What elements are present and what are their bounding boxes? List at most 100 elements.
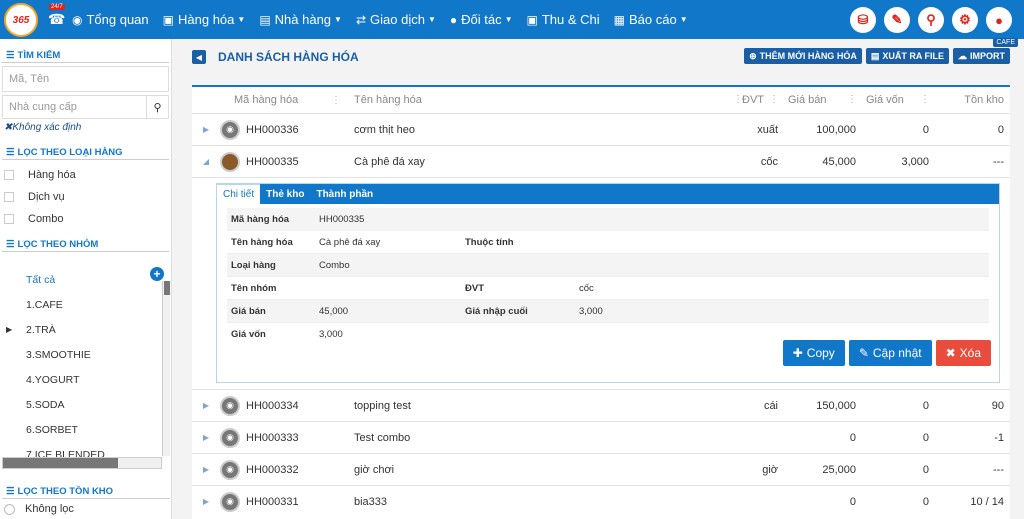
phone-icon[interactable]: ☎ 24/7: [48, 4, 65, 28]
expand-row-icon[interactable]: ▶: [192, 497, 220, 506]
type-checkbox-dich-vu[interactable]: Dịch vụ: [0, 186, 171, 208]
building-icon: ▤: [259, 12, 271, 27]
column-menu-icon[interactable]: ⋮: [847, 94, 857, 106]
product-cost: 3,000: [901, 155, 929, 168]
expand-row-icon[interactable]: ▶: [192, 401, 220, 410]
tab-the-kho[interactable]: Thẻ kho: [260, 184, 310, 204]
user-icon[interactable]: ●: [986, 7, 1012, 33]
column-menu-icon[interactable]: ⋮: [769, 94, 779, 106]
checkbox[interactable]: [4, 170, 14, 180]
col-header-code[interactable]: Mã hàng hóa ⋮: [220, 94, 341, 106]
col-header-name[interactable]: Tên hàng hóa ⋮: [340, 94, 743, 106]
col-header-cost[interactable]: Giá vốn ⋮: [866, 94, 939, 106]
add-product-button[interactable]: ⊕ THÊM MỚI HÀNG HÓA: [744, 48, 862, 64]
product-stock: 90: [991, 399, 1004, 412]
main-content: ◀ DANH SÁCH HÀNG HÓA ⊕ THÊM MỚI HÀNG HÓA …: [180, 39, 1024, 519]
edit-icon[interactable]: ✎: [884, 7, 910, 33]
table-row-expanded[interactable]: ◢ HH000335 Cà phê đá xay cốc 45,000 3,00…: [192, 145, 1010, 177]
nav-bao-cao[interactable]: ▦ Báo cáo ▼: [614, 12, 688, 27]
detail-type: Combo: [319, 259, 350, 271]
product-cost: 0: [922, 123, 929, 136]
group-item[interactable]: 4.YOGURT: [2, 367, 170, 392]
group-item[interactable]: 5.SODA: [2, 392, 170, 417]
expand-row-icon[interactable]: ▶: [192, 465, 220, 474]
table-row[interactable]: ▶ ◉ HH000331 bia333 0 0 10 / 14: [192, 485, 1010, 517]
supplier-input[interactable]: Nhà cung cấp: [2, 95, 147, 119]
col-header-stock[interactable]: Tồn kho: [939, 94, 1010, 106]
search-icon[interactable]: ⚲: [147, 95, 169, 119]
collapse-sidebar-icon[interactable]: ◀: [192, 50, 206, 64]
stock-radio-no-filter[interactable]: Không lọc: [0, 499, 171, 519]
nav-giao-dich[interactable]: ⇄ Giao dịch ▼: [356, 12, 436, 27]
table-row[interactable]: ▶ ◉ HH000336 cơm thịt heo xuất 100,000 0 …: [192, 113, 1010, 145]
detail-label: Giá nhập cuối: [465, 305, 528, 317]
product-price: 100,000: [816, 123, 856, 136]
camera-icon: ◉: [220, 119, 240, 140]
nav-nha-hang[interactable]: ▤ Nhà hàng ▼: [259, 12, 342, 27]
excel-file-icon: ▤: [870, 50, 880, 61]
checkbox[interactable]: [4, 214, 14, 224]
camera-icon: ◉: [220, 491, 240, 512]
group-item-all[interactable]: Tất cả: [2, 267, 170, 292]
detail-label: Tên hàng hóa: [231, 236, 293, 248]
detail-label: Mã hàng hóa: [231, 213, 290, 225]
col-header-price[interactable]: Giá bán ⋮: [788, 94, 866, 106]
group-item[interactable]: 6.SORBET: [2, 417, 170, 442]
nav-label: Nhà hàng: [274, 12, 332, 27]
type-checkbox-hang-hoa[interactable]: Hàng hóa: [0, 164, 171, 186]
nav-doi-tac[interactable]: ● Đối tác ▼: [450, 12, 513, 27]
copy-button[interactable]: ✚ Copy: [782, 340, 845, 366]
gear-icon[interactable]: ⚙: [952, 7, 978, 33]
product-table: Mã hàng hóa ⋮ Tên hàng hóa ⋮ ĐVT ⋮ Giá bán ⋮…: [192, 85, 1010, 519]
product-name: Test combo: [354, 431, 411, 444]
import-button[interactable]: ☁ IMPORT: [953, 48, 1010, 64]
type-checkbox-combo[interactable]: Combo: [0, 208, 171, 230]
unknown-supplier-link[interactable]: ✖Không xác định: [0, 119, 171, 136]
page-actions: ⊕ THÊM MỚI HÀNG HÓA ▤ XUẤT RA FILE ☁ IMPORT: [740, 48, 1010, 64]
product-price: 45,000: [822, 155, 856, 168]
collapse-row-icon[interactable]: ◢: [192, 157, 220, 166]
delete-button[interactable]: ✖ Xóa: [935, 340, 991, 366]
logo[interactable]: 365: [4, 3, 38, 37]
map-marker-icon[interactable]: ⚲: [918, 7, 944, 33]
nav-tong-quan[interactable]: ◉ Tổng quan: [72, 12, 149, 27]
expand-row-icon[interactable]: ▶: [192, 125, 220, 134]
product-name: cơm thịt heo: [354, 123, 416, 136]
scroll-thumb[interactable]: [3, 458, 118, 468]
detail-cost: 3,000: [319, 329, 343, 340]
caret-right-icon[interactable]: ▶: [6, 325, 12, 334]
column-menu-icon[interactable]: ⋮: [733, 94, 743, 106]
caret-down-icon: ▼: [334, 15, 342, 24]
list-icon: ☰: [6, 239, 15, 250]
update-button[interactable]: ✎ Cập nhật: [848, 340, 932, 366]
top-navbar: 365 ☎ 24/7 ◉ Tổng quan ▣ Hàng hóa ▼ ▤ Nhà hàn…: [0, 0, 1024, 39]
group-horizontal-scrollbar[interactable]: [2, 457, 162, 469]
column-menu-icon[interactable]: ⋮: [331, 95, 341, 106]
group-vertical-scrollbar[interactable]: [162, 281, 170, 456]
product-stock: 0: [997, 123, 1004, 136]
column-menu-icon[interactable]: ⋮: [920, 94, 930, 106]
table-row[interactable]: ▶ ◉ HH000333 Test combo 0 0 -1: [192, 421, 1010, 453]
tab-chi-tiet[interactable]: Chi tiết: [217, 184, 261, 204]
tab-thanh-phan[interactable]: Thành phần: [310, 184, 379, 204]
cart-icon[interactable]: ⛁: [850, 7, 876, 33]
export-file-button[interactable]: ▤ XUẤT RA FILE: [865, 48, 949, 64]
col-header-unit[interactable]: ĐVT ⋮: [742, 94, 788, 106]
scroll-thumb[interactable]: [164, 281, 170, 295]
group-item[interactable]: 3.SMOOTHIE: [2, 342, 170, 367]
checkbox[interactable]: [4, 192, 14, 202]
group-item[interactable]: ▶ 2.TRÀ: [2, 317, 170, 342]
nav-hang-hoa[interactable]: ▣ Hàng hóa ▼: [163, 12, 246, 27]
detail-label: Giá vốn: [231, 329, 266, 340]
detail-label: Loại hàng: [231, 259, 276, 271]
table-row[interactable]: ▶ ◉ HH000332 giờ chơi giờ 25,000 0 ---: [192, 453, 1010, 485]
product-code: HH000334: [246, 399, 299, 412]
group-item[interactable]: 1.CAFE: [2, 292, 170, 317]
table-row[interactable]: ▶ ◉ HH000334 topping test cái 150,000 0 9…: [192, 389, 1010, 421]
search-input[interactable]: Mã, Tên: [2, 66, 169, 92]
nav-thu-chi[interactable]: ▣ Thu & Chi: [527, 12, 600, 27]
radio-button[interactable]: [4, 503, 15, 515]
plus-icon: ✚: [792, 346, 803, 360]
expand-row-icon[interactable]: ▶: [192, 433, 220, 442]
product-detail-panel: Chi tiết Thẻ kho Thành phần Mã hàng hóa …: [192, 177, 1010, 389]
